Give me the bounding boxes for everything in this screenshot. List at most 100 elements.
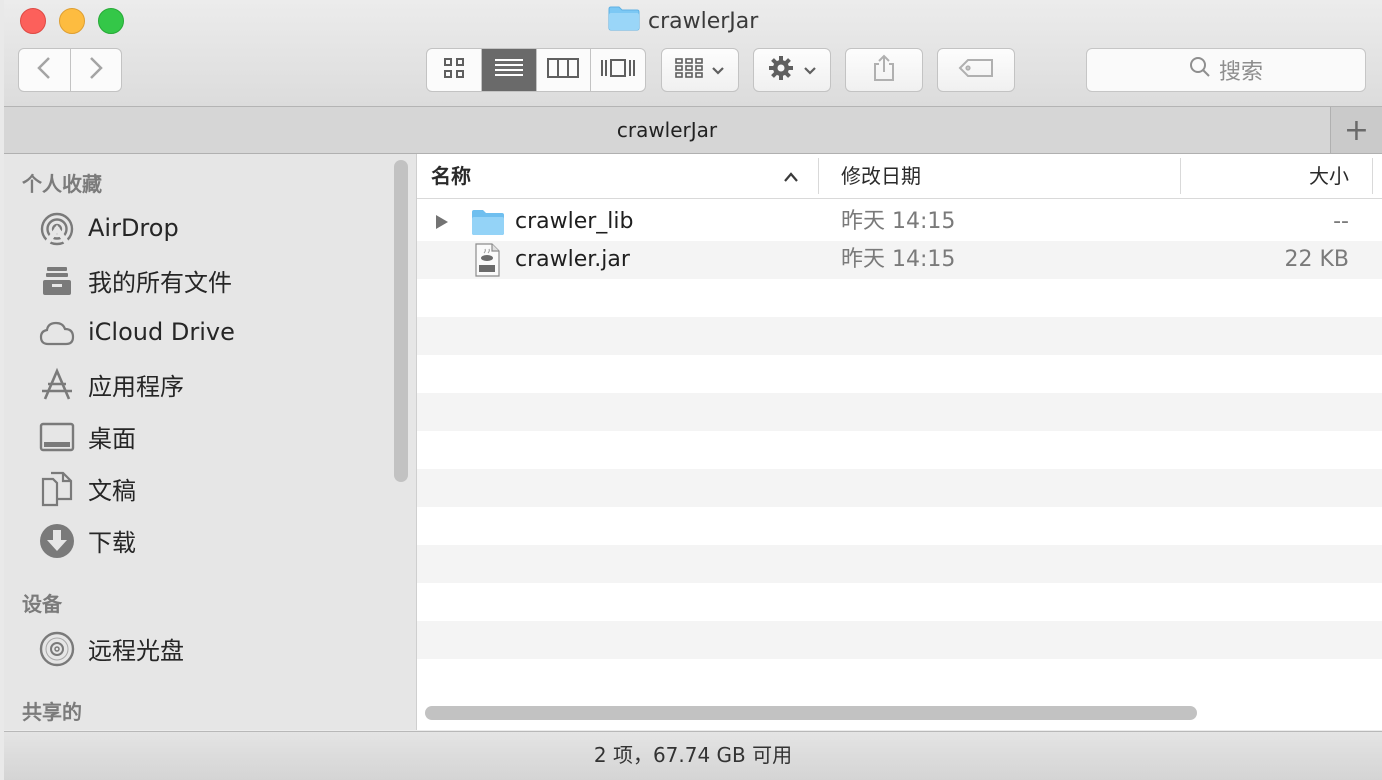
share-button[interactable] [845, 48, 923, 92]
sidebar-item-label: AirDrop [88, 214, 179, 242]
tab-bar: crawlerJar + [4, 107, 1382, 154]
applications-icon [38, 366, 76, 404]
folder-icon [471, 208, 505, 240]
empty-row [417, 583, 1382, 621]
view-mode-segment [426, 48, 646, 92]
file-modified: 昨天 14:15 [841, 209, 956, 234]
sort-ascending-icon [783, 168, 799, 187]
sidebar-section-devices: 设备 [22, 592, 62, 616]
empty-row [417, 317, 1382, 355]
file-list: 名称 修改日期 大小 crawler_lib 昨天 14:15 -- crawl… [417, 154, 1382, 730]
action-button[interactable] [753, 48, 831, 92]
table-row[interactable]: crawler.jar 昨天 14:15 22 KB [417, 241, 1382, 279]
sidebar-item-airdrop[interactable]: AirDrop [4, 206, 396, 250]
finder-window: crawlerJar 搜索 crawlerJar + 个人收藏 AirDrop … [4, 0, 1382, 780]
chevron-right-icon [89, 56, 103, 84]
close-window-button[interactable] [20, 8, 46, 34]
forward-button[interactable] [71, 49, 122, 91]
documents-icon [38, 470, 76, 508]
tab-crawlerjar[interactable]: crawlerJar [4, 107, 1330, 153]
sidebar-item-icloud-drive[interactable]: iCloud Drive [4, 310, 396, 354]
list-view-button[interactable] [481, 49, 537, 91]
sidebar-scrollbar[interactable] [394, 160, 408, 482]
search-field[interactable]: 搜索 [1086, 48, 1366, 92]
empty-row [417, 393, 1382, 431]
chevron-down-icon [711, 61, 725, 80]
cover-flow-view-button[interactable] [591, 49, 645, 91]
folder-icon [608, 5, 640, 37]
new-tab-button[interactable]: + [1330, 107, 1382, 153]
chevron-left-icon [37, 56, 51, 84]
sidebar-item-remote-disc[interactable]: 远程光盘 [4, 626, 396, 670]
file-modified: 昨天 14:15 [841, 247, 956, 272]
column-name[interactable]: 名称 [431, 154, 811, 198]
arrange-button[interactable] [661, 48, 739, 92]
toolbar: crawlerJar 搜索 [4, 0, 1382, 107]
file-size: 22 KB [1284, 247, 1349, 272]
horizontal-scrollbar[interactable] [425, 706, 1197, 720]
share-icon [872, 54, 896, 86]
sidebar-item-documents[interactable]: 文稿 [4, 466, 396, 510]
search-icon [1189, 56, 1211, 84]
column-header: 名称 修改日期 大小 [417, 154, 1382, 199]
list-icon [494, 57, 524, 83]
sidebar-section-shared: 共享的 [22, 700, 82, 724]
empty-row [417, 431, 1382, 469]
minimize-window-button[interactable] [59, 8, 85, 34]
table-row[interactable]: crawler_lib 昨天 14:15 -- [417, 203, 1382, 241]
sidebar-item-downloads[interactable]: 下载 [4, 518, 396, 562]
empty-row [417, 621, 1382, 659]
all-files-icon [38, 262, 76, 300]
search-placeholder: 搜索 [1218, 60, 1263, 85]
downloads-icon [38, 522, 76, 560]
cloud-icon [38, 314, 76, 352]
empty-row [417, 659, 1382, 697]
columns-icon [547, 57, 580, 83]
sidebar-item-label: iCloud Drive [88, 318, 235, 346]
file-name: crawler_lib [515, 209, 634, 234]
sidebar-item-label: 应用程序 [88, 372, 184, 401]
column-modified[interactable]: 修改日期 [841, 154, 921, 198]
sidebar-section-favorites: 个人收藏 [22, 172, 102, 196]
window-title-text: crawlerJar [648, 8, 759, 34]
tags-button[interactable] [937, 48, 1015, 92]
window-title: crawlerJar [608, 6, 758, 36]
gear-icon [767, 54, 795, 86]
sidebar-item-desktop[interactable]: 桌面 [4, 414, 396, 458]
sidebar-item-label: 我的所有文件 [88, 268, 232, 297]
tag-icon [958, 58, 994, 82]
column-divider[interactable] [1372, 158, 1373, 194]
history-nav [18, 48, 122, 92]
empty-row [417, 545, 1382, 583]
desktop-icon [38, 418, 76, 456]
column-name-label: 名称 [431, 164, 471, 188]
sidebar-item-label: 下载 [88, 528, 136, 557]
cover-flow-icon [600, 57, 636, 83]
back-button[interactable] [19, 49, 71, 91]
empty-row [417, 507, 1382, 545]
chevron-down-icon [803, 61, 817, 80]
column-size[interactable]: 大小 [1187, 154, 1349, 198]
jar-file-icon [473, 243, 501, 281]
disc-icon [38, 630, 76, 668]
airdrop-icon [38, 210, 76, 248]
grid-icon [443, 57, 465, 83]
file-size: -- [1333, 209, 1349, 234]
sidebar-item-label: 桌面 [88, 424, 136, 453]
arrange-grid-icon [675, 57, 703, 83]
column-divider[interactable] [818, 158, 819, 194]
sidebar-item-label: 文稿 [88, 476, 136, 505]
sidebar-item-label: 远程光盘 [88, 636, 184, 665]
empty-row [417, 279, 1382, 317]
sidebar-item-applications[interactable]: 应用程序 [4, 362, 396, 406]
empty-row [417, 355, 1382, 393]
sidebar: 个人收藏 AirDrop 我的所有文件 iCloud Drive 应用程序 桌面… [4, 154, 417, 730]
column-view-button[interactable] [537, 49, 592, 91]
icon-view-button[interactable] [427, 49, 482, 91]
sidebar-item-all-files[interactable]: 我的所有文件 [4, 258, 396, 302]
status-bar: 2 项，67.74 GB 可用 [4, 731, 1382, 780]
column-divider[interactable] [1180, 158, 1181, 194]
zoom-window-button[interactable] [98, 8, 124, 34]
disclosure-triangle-icon[interactable] [435, 214, 449, 234]
empty-row [417, 469, 1382, 507]
